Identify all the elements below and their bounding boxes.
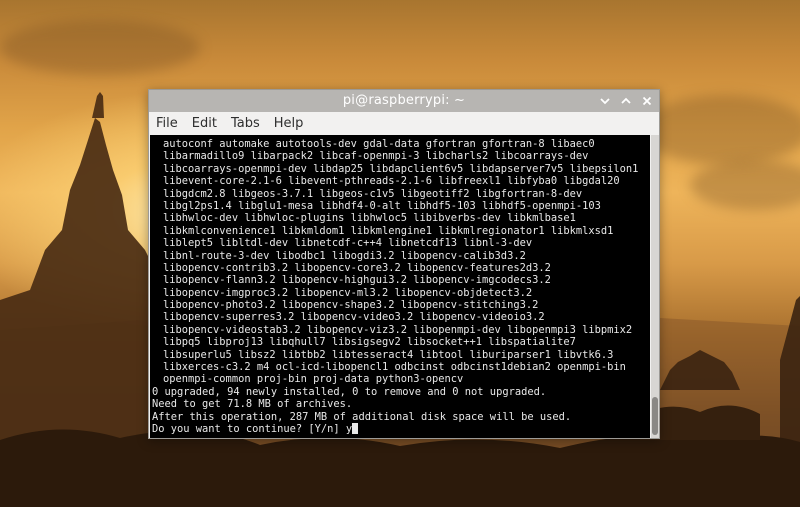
terminal-lines: autoconf automake autotools-dev gdal-dat… (150, 135, 650, 435)
maximize-icon[interactable] (618, 93, 634, 109)
terminal-scrollbar[interactable] (651, 135, 659, 438)
scrollbar-thumb[interactable] (652, 397, 658, 435)
terminal-line: autoconf automake autotools-dev gdal-dat… (163, 138, 595, 150)
terminal-line: libopencv-superres3.2 libopencv-video3.2… (163, 311, 545, 324)
minimize-icon[interactable] (597, 93, 613, 109)
terminal-line: libhwloc-dev libhwloc-plugins libhwloc5 … (163, 212, 576, 225)
text-cursor (352, 422, 359, 434)
terminal-line: libnl-route-3-dev libodbc1 libogdi3.2 li… (163, 249, 526, 262)
menu-edit[interactable]: Edit (192, 116, 217, 131)
menu-file[interactable]: File (156, 116, 178, 131)
terminal-line: openmpi-common proj-bin proj-data python… (163, 373, 464, 386)
terminal-line: libopencv-flann3.2 libopencv-highgui3.2 … (163, 274, 551, 287)
terminal-line: libevent-core-2.1-6 libevent-pthreads-2.… (163, 175, 620, 188)
terminal-line: 0 upgraded, 94 newly installed, 0 to rem… (152, 385, 547, 398)
terminal-line: libarmadillo9 libarpack2 libcaf-openmpi-… (163, 150, 589, 163)
terminal-prompt: Do you want to continue? [Y/n] y (152, 422, 353, 435)
terminal-line: libopencv-photo3.2 libopencv-shape3.2 li… (163, 299, 539, 312)
window-title: pi@raspberrypi: ~ (342, 93, 466, 108)
terminal-line: libopencv-imgproc3.2 libopencv-ml3.2 lib… (163, 286, 533, 299)
terminal-prompt-line[interactable]: Do you want to continue? [Y/n] y (150, 422, 650, 435)
terminal-line: libopencv-videostab3.2 libopencv-viz3.2 … (163, 323, 633, 336)
terminal-window[interactable]: pi@raspberrypi: ~ File Edit Tabs Help au… (148, 89, 660, 439)
terminal-line: libopencv-contrib3.2 libopencv-core3.2 l… (163, 261, 551, 274)
close-icon[interactable] (639, 93, 655, 109)
terminal-line: libgdcm2.8 libgeos-3.7.1 libgeos-c1v5 li… (163, 187, 583, 200)
terminal-line: libcoarrays-openmpi-dev libdap25 libdapc… (163, 162, 639, 175)
window-controls (597, 93, 655, 109)
terminal-line: libsuperlu5 libsz2 libtbb2 libtesseract4… (163, 348, 614, 361)
desktop-wallpaper: pi@raspberrypi: ~ File Edit Tabs Help au… (0, 0, 800, 507)
terminal-line: Need to get 71.8 MB of archives. (152, 398, 353, 411)
menu-tabs[interactable]: Tabs (231, 116, 260, 131)
window-titlebar[interactable]: pi@raspberrypi: ~ (149, 90, 659, 112)
terminal-line: libpq5 libproj13 libqhull7 libsigsegv2 l… (163, 336, 576, 349)
terminal-line: libgl2ps1.4 libglu1-mesa libhdf4-0-alt l… (163, 199, 601, 212)
menu-bar: File Edit Tabs Help (149, 112, 659, 135)
terminal-line: libxerces-c3.2 m4 ocl-icd-libopencl1 odb… (163, 361, 626, 374)
terminal-line: liblept5 libltdl-dev libnetcdf-c++4 libn… (163, 237, 533, 250)
terminal-line: libkmlconvenience1 libkmldom1 libkmlengi… (163, 224, 614, 237)
menu-help[interactable]: Help (274, 116, 304, 131)
terminal-output[interactable]: autoconf automake autotools-dev gdal-dat… (150, 135, 650, 438)
terminal-line: After this operation, 287 MB of addition… (152, 410, 572, 423)
